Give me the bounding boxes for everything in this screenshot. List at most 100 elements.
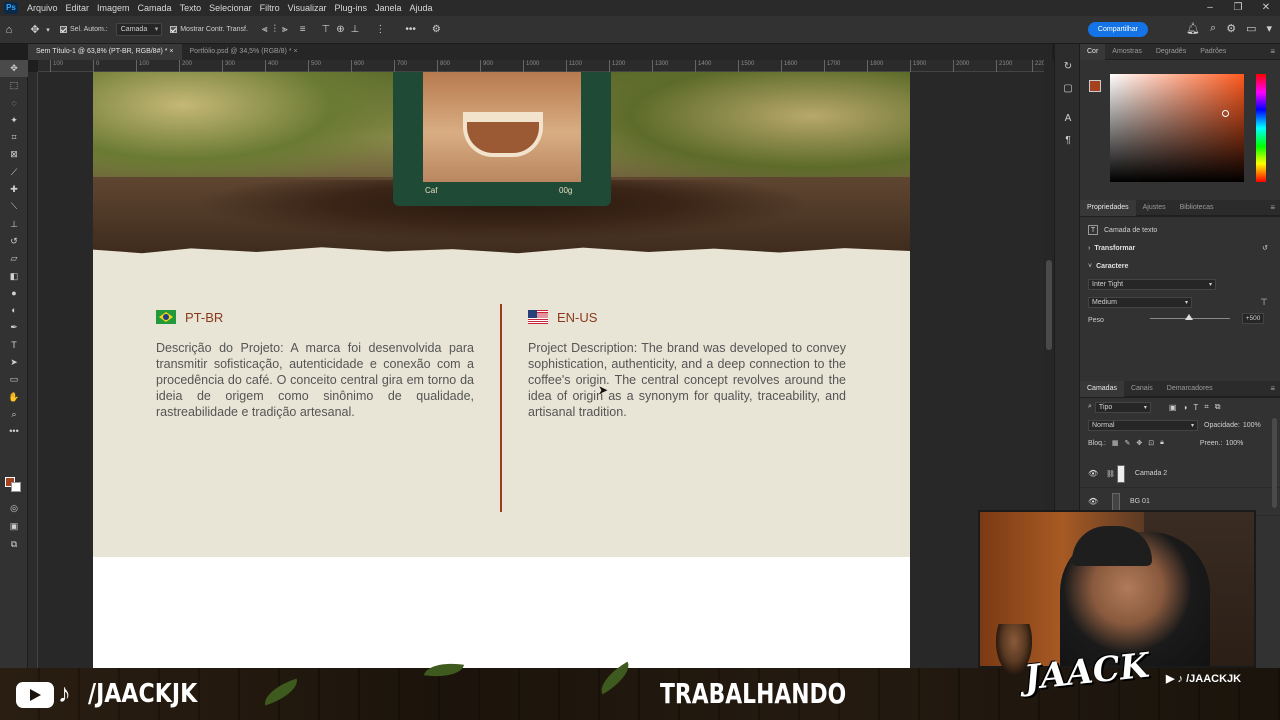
- tab-adjustments[interactable]: Ajustes: [1136, 200, 1173, 216]
- tab-libraries[interactable]: Bibliotecas: [1173, 200, 1221, 216]
- edit-toolbar-icon[interactable]: ⧉: [0, 536, 28, 553]
- canvas-area[interactable]: Caf 00g PT-BR Descrição do Projeto: A ma…: [38, 72, 1044, 668]
- character-panel-icon[interactable]: A: [1055, 108, 1081, 130]
- filter-shape-icon[interactable]: ⌗: [1204, 402, 1209, 412]
- frame-tool-icon[interactable]: ⊠: [0, 146, 28, 163]
- blur-tool-icon[interactable]: ●: [0, 285, 28, 302]
- blend-mode-dropdown[interactable]: Normal: [1088, 419, 1198, 431]
- eye-icon[interactable]: 👁︎: [1088, 497, 1100, 506]
- eye-icon[interactable]: 👁︎: [1088, 469, 1100, 478]
- auto-select-target-dropdown[interactable]: Camada: [115, 23, 163, 36]
- magic-wand-tool-icon[interactable]: ✦: [0, 112, 28, 129]
- dodge-tool-icon[interactable]: ◐: [0, 302, 28, 319]
- settings-icon[interactable]: ⚙: [1226, 22, 1236, 35]
- zoom-tool-icon[interactable]: ⌕: [0, 406, 28, 423]
- menu-image[interactable]: Imagem: [93, 3, 134, 13]
- project-description-text[interactable]: Descrição do Projeto: A marca foi desenv…: [156, 340, 474, 420]
- more-options-icon[interactable]: •••: [405, 24, 416, 35]
- menu-file[interactable]: Arquivo: [23, 3, 62, 13]
- project-description-text[interactable]: Project Description: The brand was devel…: [528, 340, 846, 420]
- opacity-value[interactable]: 100%: [1243, 422, 1261, 429]
- maximize-icon[interactable]: ❐: [1224, 0, 1252, 16]
- description-en-us[interactable]: EN-US Project Description: The brand was…: [528, 309, 846, 420]
- more-tools-icon[interactable]: •••: [0, 423, 28, 440]
- align-middle-v-icon[interactable]: ⊕: [336, 24, 344, 35]
- description-pt-br[interactable]: PT-BR Descrição do Projeto: A marca foi …: [156, 309, 474, 420]
- tab-gradients[interactable]: Degradês: [1149, 44, 1193, 60]
- marquee-tool-icon[interactable]: ⬚: [0, 77, 28, 94]
- minimize-icon[interactable]: –: [1196, 0, 1224, 16]
- color-picker-field[interactable]: [1110, 74, 1244, 182]
- tab-close-icon[interactable]: ×: [169, 48, 173, 55]
- chevron-down-icon[interactable]: ▾: [1266, 22, 1272, 35]
- lock-artboard-icon[interactable]: ⊡: [1148, 439, 1154, 447]
- search-icon[interactable]: ⌕: [1210, 22, 1216, 35]
- notification-bell-icon[interactable]: 🔔︎: [1186, 22, 1200, 35]
- tab-layers[interactable]: Camadas: [1080, 380, 1124, 397]
- reset-icon[interactable]: ↺: [1262, 244, 1268, 252]
- weight-value-input[interactable]: +500: [1242, 313, 1264, 324]
- eraser-tool-icon[interactable]: ▱: [0, 250, 28, 267]
- home-icon[interactable]: ⌂: [0, 24, 18, 36]
- font-style-dropdown[interactable]: Medium: [1088, 296, 1192, 308]
- lasso-tool-icon[interactable]: ◌: [0, 95, 28, 112]
- tab-color[interactable]: Cor: [1080, 43, 1106, 60]
- foreground-color-swatch[interactable]: [1089, 80, 1101, 92]
- paint-bucket-tool-icon[interactable]: ◧: [0, 268, 28, 285]
- paragraph-panel-icon[interactable]: ¶: [1055, 130, 1081, 152]
- chevron-down-icon[interactable]: ▾: [44, 26, 52, 34]
- align-center-h-icon[interactable]: ⫶: [274, 24, 277, 35]
- quick-mask-icon[interactable]: ◎: [0, 500, 28, 517]
- panel-menu-icon[interactable]: ≡: [1270, 381, 1275, 397]
- eyedropper-tool-icon[interactable]: ⟋: [0, 164, 28, 181]
- color-picker-handle[interactable]: [1222, 110, 1229, 117]
- fill-value[interactable]: 100%: [1225, 440, 1243, 447]
- gear-icon[interactable]: ⚙: [432, 24, 441, 35]
- distribute-v-icon[interactable]: ⋮: [375, 24, 385, 35]
- distribute-icon[interactable]: ≡: [300, 24, 306, 35]
- panel-menu-icon[interactable]: ≡: [1270, 44, 1275, 60]
- rectangle-tool-icon[interactable]: ▭: [0, 371, 28, 388]
- panel-menu-icon[interactable]: ≡: [1270, 200, 1275, 216]
- layer-name[interactable]: Camada 2: [1135, 470, 1167, 477]
- tab-properties[interactable]: Propriedades: [1080, 199, 1136, 216]
- menu-help[interactable]: Ajuda: [406, 3, 437, 13]
- tab-patterns[interactable]: Padrões: [1193, 44, 1233, 60]
- healing-brush-tool-icon[interactable]: ✚: [0, 181, 28, 198]
- tab-swatches[interactable]: Amostras: [1105, 44, 1149, 60]
- tab-channels[interactable]: Canais: [1124, 381, 1160, 397]
- workspace-icon[interactable]: ▭: [1246, 22, 1256, 35]
- lock-position-icon[interactable]: ✥: [1136, 439, 1142, 447]
- hue-slider[interactable]: [1256, 74, 1266, 182]
- lock-all-icon[interactable]: 🔒︎: [1160, 439, 1164, 447]
- layer-row[interactable]: 👁︎ ⛓︎ Camada 2: [1080, 460, 1280, 488]
- layers-scrollbar[interactable]: [1272, 418, 1277, 508]
- menu-type[interactable]: Texto: [176, 3, 206, 13]
- close-icon[interactable]: ✕: [1252, 0, 1280, 16]
- align-top-icon[interactable]: ⊤: [322, 24, 331, 35]
- show-transform-checkbox[interactable]: Mostrar Contr. Transf.: [170, 26, 248, 33]
- filter-pixel-icon[interactable]: ▣: [1169, 403, 1177, 412]
- filter-smart-object-icon[interactable]: ⧉: [1215, 402, 1221, 412]
- menu-window[interactable]: Janela: [371, 3, 406, 13]
- weight-slider-handle[interactable]: [1185, 314, 1193, 320]
- filter-adjustment-icon[interactable]: ◑: [1182, 403, 1187, 412]
- share-button[interactable]: Compartilhar: [1087, 22, 1148, 37]
- background-color-swatch[interactable]: [11, 482, 21, 492]
- scrollbar-thumb[interactable]: [1046, 260, 1052, 350]
- align-right-icon[interactable]: ⫸: [282, 24, 288, 35]
- history-icon[interactable]: ↻: [1055, 56, 1081, 78]
- stamp-tool-icon[interactable]: ⊥: [0, 216, 28, 233]
- character-section[interactable]: ˅ Caractere: [1080, 257, 1280, 275]
- menu-select[interactable]: Selecionar: [205, 3, 256, 13]
- menu-filter[interactable]: Filtro: [256, 3, 284, 13]
- crop-tool-icon[interactable]: ⌗: [0, 129, 28, 146]
- pen-tool-icon[interactable]: ✒: [0, 319, 28, 336]
- comments-icon[interactable]: ▢: [1055, 78, 1081, 100]
- type-tool-icon[interactable]: T: [0, 337, 28, 354]
- font-family-dropdown[interactable]: Inter Tight: [1088, 278, 1216, 290]
- document-artboard[interactable]: Caf 00g PT-BR Descrição do Projeto: A ma…: [93, 72, 910, 668]
- align-bottom-icon[interactable]: ⊥: [351, 24, 360, 35]
- screen-mode-icon[interactable]: ▣: [0, 518, 28, 535]
- font-options-icon[interactable]: ⊤: [1260, 297, 1268, 308]
